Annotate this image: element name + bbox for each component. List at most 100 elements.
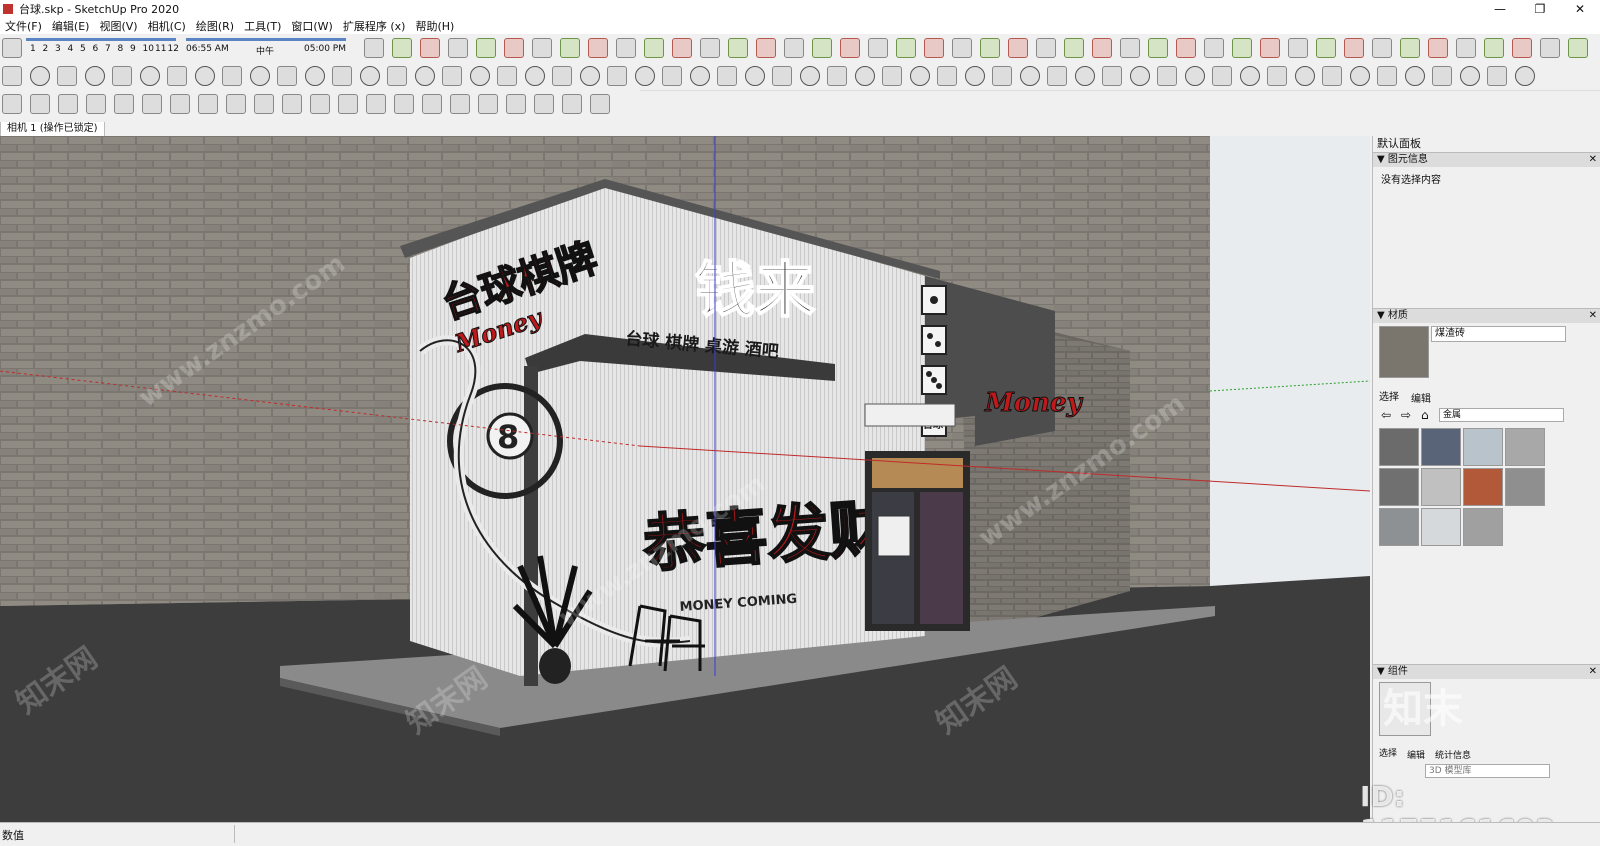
forward-icon[interactable]: ⇨ xyxy=(1401,408,1411,422)
time-slider[interactable] xyxy=(186,38,346,41)
toolbar-tool-icon[interactable] xyxy=(1428,38,1448,58)
toolbar-tool-icon[interactable] xyxy=(506,94,526,114)
menu-view[interactable]: 视图(V) xyxy=(94,18,142,34)
toolbar-tool-icon[interactable] xyxy=(338,94,358,114)
components-tab-select[interactable]: 选择 xyxy=(1379,746,1397,759)
menu-extensions[interactable]: 扩展程序 (x) xyxy=(338,18,411,34)
toolbar-tool-icon[interactable] xyxy=(579,66,600,86)
toolbar-tool-icon[interactable] xyxy=(414,66,435,86)
toolbar-tool-icon[interactable] xyxy=(964,66,985,86)
model-viewport[interactable]: 8 台球棋牌 Money 钱来 台球 棋牌 桌游 酒吧 恭喜发财 MONEY C… xyxy=(0,136,1370,822)
eraser-icon[interactable] xyxy=(2,38,22,58)
toolbar-tool-icon[interactable] xyxy=(700,38,720,58)
menu-file[interactable]: 文件(F) xyxy=(0,18,47,34)
material-swatch[interactable] xyxy=(1379,508,1419,546)
toolbar-tool-icon[interactable] xyxy=(524,66,545,86)
toolbar-tool-icon[interactable] xyxy=(799,66,820,86)
toolbar-tool-icon[interactable] xyxy=(1232,38,1252,58)
toolbar-tool-icon[interactable] xyxy=(198,94,218,114)
toolbar-tool-icon[interactable] xyxy=(504,38,524,58)
material-swatch[interactable] xyxy=(1463,508,1503,546)
toolbar-tool-icon[interactable] xyxy=(366,94,386,114)
menu-edit[interactable]: 编辑(E) xyxy=(47,18,95,34)
material-swatch[interactable] xyxy=(1463,428,1503,466)
toolbar-tool-icon[interactable] xyxy=(1487,66,1507,86)
toolbar-tool-icon[interactable] xyxy=(114,94,134,114)
material-swatch[interactable] xyxy=(1421,468,1461,506)
toolbar-tool-icon[interactable] xyxy=(1157,66,1177,86)
toolbar-tool-icon[interactable] xyxy=(304,66,325,86)
toolbar-tool-icon[interactable] xyxy=(644,38,664,58)
toolbar-tool-icon[interactable] xyxy=(387,66,407,86)
toolbar-tool-icon[interactable] xyxy=(392,38,412,58)
material-swatch[interactable] xyxy=(1505,428,1545,466)
toolbar-tool-icon[interactable] xyxy=(1267,66,1287,86)
toolbar-tool-icon[interactable] xyxy=(58,94,78,114)
components-tab-edit[interactable]: 编辑 xyxy=(1407,748,1425,761)
toolbar-tool-icon[interactable] xyxy=(689,66,710,86)
toolbar-tool-icon[interactable] xyxy=(497,66,517,86)
component-search-input[interactable]: 3D 模型库 xyxy=(1425,764,1550,778)
toolbar-tool-icon[interactable] xyxy=(672,38,692,58)
toolbar-tool-icon[interactable] xyxy=(937,66,957,86)
toolbar-tool-icon[interactable] xyxy=(772,66,792,86)
menu-help[interactable]: 帮助(H) xyxy=(410,18,459,34)
toolbar-tool-icon[interactable] xyxy=(952,38,972,58)
toolbar-tool-icon[interactable] xyxy=(1514,66,1535,86)
toolbar-tool-icon[interactable] xyxy=(882,66,902,86)
toolbar-tool-icon[interactable] xyxy=(868,38,888,58)
toolbar-tool-icon[interactable] xyxy=(142,94,162,114)
toolbar-tool-icon[interactable] xyxy=(476,38,496,58)
home-icon[interactable]: ⌂ xyxy=(1421,408,1429,422)
material-swatch[interactable] xyxy=(1379,428,1419,466)
shadow-settings-toolbar[interactable]: 1 2 3 4 5 6 7 8 9 101112 06:55 AM 中午 05:00 PM xyxy=(26,36,356,60)
toolbar-tool-icon[interactable] xyxy=(1400,38,1420,58)
entity-info-header[interactable]: ▼ 图元信息 ✕ xyxy=(1373,152,1600,167)
toolbar-tool-icon[interactable] xyxy=(1176,38,1196,58)
toolbar-tool-icon[interactable] xyxy=(1344,38,1364,58)
toolbar-tool-icon[interactable] xyxy=(534,94,554,114)
toolbar-tool-icon[interactable] xyxy=(478,94,498,114)
toolbar-tool-icon[interactable] xyxy=(394,94,414,114)
toolbar-tool-icon[interactable] xyxy=(420,38,440,58)
toolbar-tool-icon[interactable] xyxy=(1129,66,1150,86)
materials-header[interactable]: ▼ 材质 ✕ xyxy=(1373,308,1600,323)
toolbar-tool-icon[interactable] xyxy=(84,66,105,86)
toolbar-tool-icon[interactable] xyxy=(662,66,682,86)
material-swatch[interactable] xyxy=(1421,428,1461,466)
toolbar-tool-icon[interactable] xyxy=(532,38,552,58)
toolbar-tool-icon[interactable] xyxy=(1092,38,1112,58)
toolbar-tool-icon[interactable] xyxy=(634,66,655,86)
toolbar-tool-icon[interactable] xyxy=(170,94,190,114)
toolbar-tool-icon[interactable] xyxy=(1148,38,1168,58)
toolbar-tool-icon[interactable] xyxy=(1456,38,1476,58)
toolbar-tool-icon[interactable] xyxy=(2,94,22,114)
toolbar-tool-icon[interactable] xyxy=(728,38,748,58)
toolbar-tool-icon[interactable] xyxy=(1036,38,1056,58)
toolbar-tool-icon[interactable] xyxy=(1404,66,1425,86)
toolbar-tool-icon[interactable] xyxy=(980,38,1000,58)
toolbar-tool-icon[interactable] xyxy=(854,66,875,86)
material-name-field[interactable]: 煤渣砖 xyxy=(1431,326,1566,342)
toolbar-tool-icon[interactable] xyxy=(562,94,582,114)
toolbar-tool-icon[interactable] xyxy=(588,38,608,58)
toolbar-tool-icon[interactable] xyxy=(167,66,187,86)
toolbar-tool-icon[interactable] xyxy=(1568,38,1588,58)
toolbar-tool-icon[interactable] xyxy=(282,94,302,114)
toolbar-tool-icon[interactable] xyxy=(1120,38,1140,58)
toolbar-tool-icon[interactable] xyxy=(1184,66,1205,86)
toolbar-tool-icon[interactable] xyxy=(364,38,384,58)
toolbar-tool-icon[interactable] xyxy=(29,66,50,86)
toolbar-tool-icon[interactable] xyxy=(1372,38,1392,58)
toolbar-tool-icon[interactable] xyxy=(1349,66,1370,86)
toolbar-tool-icon[interactable] xyxy=(552,66,572,86)
toolbar-tool-icon[interactable] xyxy=(896,38,916,58)
toolbar-tool-icon[interactable] xyxy=(1316,38,1336,58)
toolbar-tool-icon[interactable] xyxy=(448,38,468,58)
minimize-button[interactable]: — xyxy=(1480,0,1520,18)
close-icon[interactable]: ✕ xyxy=(1589,153,1597,167)
toolbar-tool-icon[interactable] xyxy=(332,66,352,86)
toolbar-tool-icon[interactable] xyxy=(756,38,776,58)
toolbar-tool-icon[interactable] xyxy=(1540,38,1560,58)
toolbar-tool-icon[interactable] xyxy=(1377,66,1397,86)
